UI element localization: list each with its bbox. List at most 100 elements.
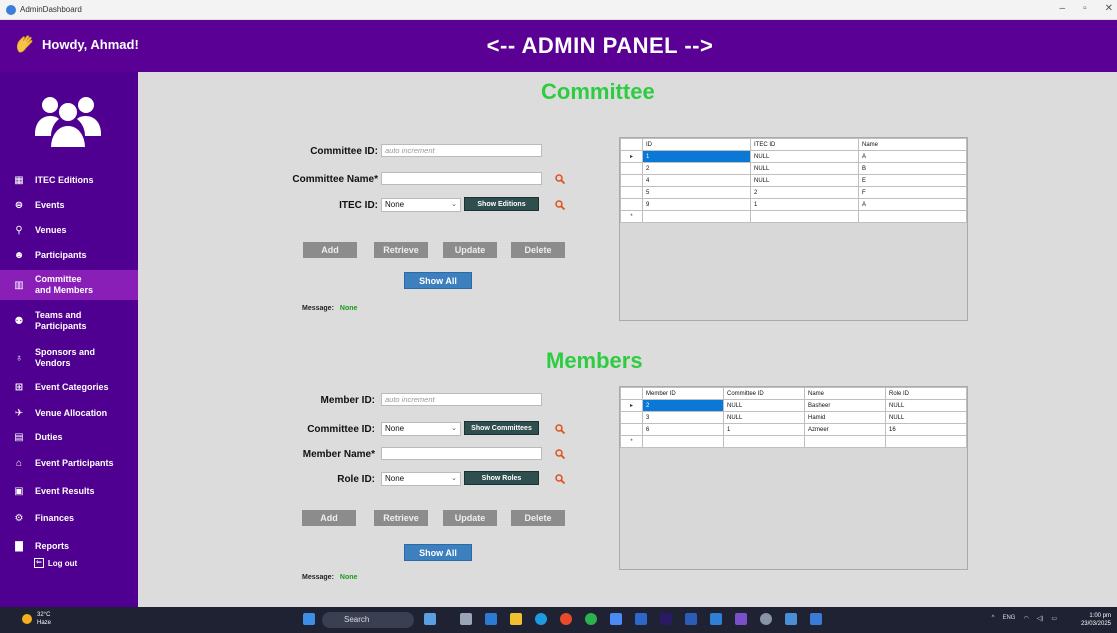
committee-grid[interactable]: ID ITEC ID Name ▸ 1 NULL A 2 NULL B 4 NU…	[619, 137, 968, 321]
app-icon[interactable]	[785, 613, 797, 625]
committee-id-select[interactable]: None ⌄	[381, 422, 461, 436]
retrieve-button[interactable]: Retrieve	[374, 510, 428, 526]
sidebar-item-event-categories[interactable]: ⊞ Event Categories	[0, 378, 138, 396]
role-id-select[interactable]: None ⌄	[381, 472, 461, 486]
table-cell[interactable]: E	[858, 174, 967, 187]
table-cell[interactable]: 1	[750, 198, 859, 211]
sidebar-item-finances[interactable]: ⚙ Finances	[0, 509, 138, 527]
column-header[interactable]: ITEC ID	[750, 138, 859, 151]
sidebar-item-venues[interactable]: ⚲ Venues	[0, 221, 138, 239]
edge-icon[interactable]	[535, 613, 547, 625]
word-icon[interactable]	[685, 613, 697, 625]
table-cell[interactable]: A	[858, 150, 967, 163]
app-icon[interactable]	[610, 613, 622, 625]
sidebar-item-sponsors-and-vendors[interactable]: ♁ Sponsors and Vendors	[0, 343, 138, 373]
chevron-up-icon[interactable]: ^	[992, 615, 995, 622]
premiere-icon[interactable]	[660, 613, 672, 625]
search-icon[interactable]	[555, 200, 565, 210]
column-header[interactable]: Member ID	[642, 387, 724, 400]
search-icon[interactable]	[555, 449, 565, 459]
sidebar-item-event-results[interactable]: ▣ Event Results	[0, 482, 138, 500]
update-button[interactable]: Update	[443, 242, 497, 258]
table-cell[interactable]: NULL	[750, 174, 859, 187]
whatsapp-icon[interactable]	[585, 613, 597, 625]
vscode-icon[interactable]	[710, 613, 722, 625]
add-button[interactable]: Add	[302, 510, 356, 526]
search-icon[interactable]	[555, 424, 565, 434]
search-icon[interactable]	[555, 474, 565, 484]
table-cell[interactable]: NULL	[723, 399, 805, 412]
sidebar-item-duties[interactable]: ▤ Duties	[0, 428, 138, 446]
show-all-button[interactable]: Show All	[404, 544, 472, 561]
table-cell[interactable]: 2	[642, 162, 751, 175]
new-row[interactable]: *	[620, 435, 967, 448]
visual-studio-icon[interactable]	[735, 613, 747, 625]
clock[interactable]: 1:00 pm 23/03/2025	[1081, 612, 1111, 628]
table-cell[interactable]: 2	[750, 186, 859, 199]
table-cell[interactable]: NULL	[750, 162, 859, 175]
delete-button[interactable]: Delete	[511, 510, 565, 526]
table-cell[interactable]: F	[858, 186, 967, 199]
table-cell[interactable]: Basheer	[804, 399, 886, 412]
language-indicator[interactable]: ENG	[1002, 615, 1015, 622]
chrome-icon[interactable]	[560, 613, 572, 625]
member-id-field[interactable]: auto increment	[381, 393, 542, 406]
member-name-field[interactable]	[381, 447, 542, 460]
sidebar-item-participants[interactable]: ☻ Participants	[0, 246, 138, 264]
table-cell[interactable]: NULL	[723, 411, 805, 424]
column-header[interactable]: Committee ID	[723, 387, 805, 400]
table-row[interactable]: 9 1 A	[620, 198, 967, 211]
sidebar-item-itec-editions[interactable]: ▦ ITEC Editions	[0, 171, 138, 189]
new-row[interactable]: *	[620, 210, 967, 223]
table-cell[interactable]: Azmeer	[804, 423, 886, 436]
windows-start-icon[interactable]	[303, 613, 315, 625]
show-editions-button[interactable]: Show Editions	[464, 197, 539, 211]
table-row[interactable]: 5 2 F	[620, 186, 967, 199]
table-cell[interactable]: 4	[642, 174, 751, 187]
sidebar-item-committee-and-members[interactable]: ▥ Committee and Members	[0, 270, 138, 300]
widgets-icon[interactable]	[424, 613, 436, 625]
table-cell[interactable]: NULL	[750, 150, 859, 163]
table-cell[interactable]: 16	[885, 423, 967, 436]
table-cell[interactable]: 1	[723, 423, 805, 436]
show-all-button[interactable]: Show All	[404, 272, 472, 289]
table-cell[interactable]: 1	[642, 150, 751, 163]
github-icon[interactable]	[760, 613, 772, 625]
app-icon[interactable]	[485, 613, 497, 625]
retrieve-button[interactable]: Retrieve	[374, 242, 428, 258]
sidebar-item-events[interactable]: ⊜ Events	[0, 196, 138, 214]
app-icon[interactable]	[810, 613, 822, 625]
table-cell[interactable]: NULL	[885, 399, 967, 412]
committee-id-field[interactable]: auto increment	[381, 144, 542, 157]
itec-id-select[interactable]: None ⌄	[381, 198, 461, 212]
table-row[interactable]: 3 NULL Hamid NULL	[620, 411, 967, 424]
table-cell[interactable]: B	[858, 162, 967, 175]
volume-icon[interactable]: ◁)	[1037, 615, 1044, 622]
add-button[interactable]: Add	[303, 242, 357, 258]
table-cell[interactable]: 2	[642, 399, 724, 412]
committee-name-field[interactable]	[381, 172, 542, 185]
table-row[interactable]: 2 NULL B	[620, 162, 967, 175]
update-button[interactable]: Update	[443, 510, 497, 526]
system-tray[interactable]: ^ ENG ◠ ◁) ▭	[992, 615, 1057, 622]
app-icon[interactable]	[635, 613, 647, 625]
show-roles-button[interactable]: Show Roles	[464, 471, 539, 485]
battery-icon[interactable]: ▭	[1051, 615, 1057, 622]
sidebar-item-reports[interactable]: ▇ Reports	[0, 537, 138, 555]
show-committees-button[interactable]: Show Committees	[464, 421, 539, 435]
table-cell[interactable]: Hamid	[804, 411, 886, 424]
weather-widget[interactable]: 32°C Haze	[22, 611, 51, 627]
sidebar-item-event-participants[interactable]: ⌂ Event Participants	[0, 454, 138, 472]
wifi-icon[interactable]: ◠	[1023, 615, 1028, 622]
column-header[interactable]: Role ID	[885, 387, 967, 400]
logout-button[interactable]: ⇐ Log out	[34, 558, 77, 568]
maximize-button[interactable]: ▫	[1083, 3, 1087, 14]
task-view-icon[interactable]	[460, 613, 472, 625]
table-row[interactable]: ▸ 1 NULL A	[620, 150, 967, 163]
table-row[interactable]: 6 1 Azmeer 16	[620, 423, 967, 436]
table-cell[interactable]: A	[858, 198, 967, 211]
table-cell[interactable]: 6	[642, 423, 724, 436]
sidebar-item-teams-and-participants[interactable]: ⚉ Teams and Participants	[0, 306, 138, 336]
minimize-button[interactable]: –	[1060, 3, 1066, 14]
table-cell[interactable]: 9	[642, 198, 751, 211]
